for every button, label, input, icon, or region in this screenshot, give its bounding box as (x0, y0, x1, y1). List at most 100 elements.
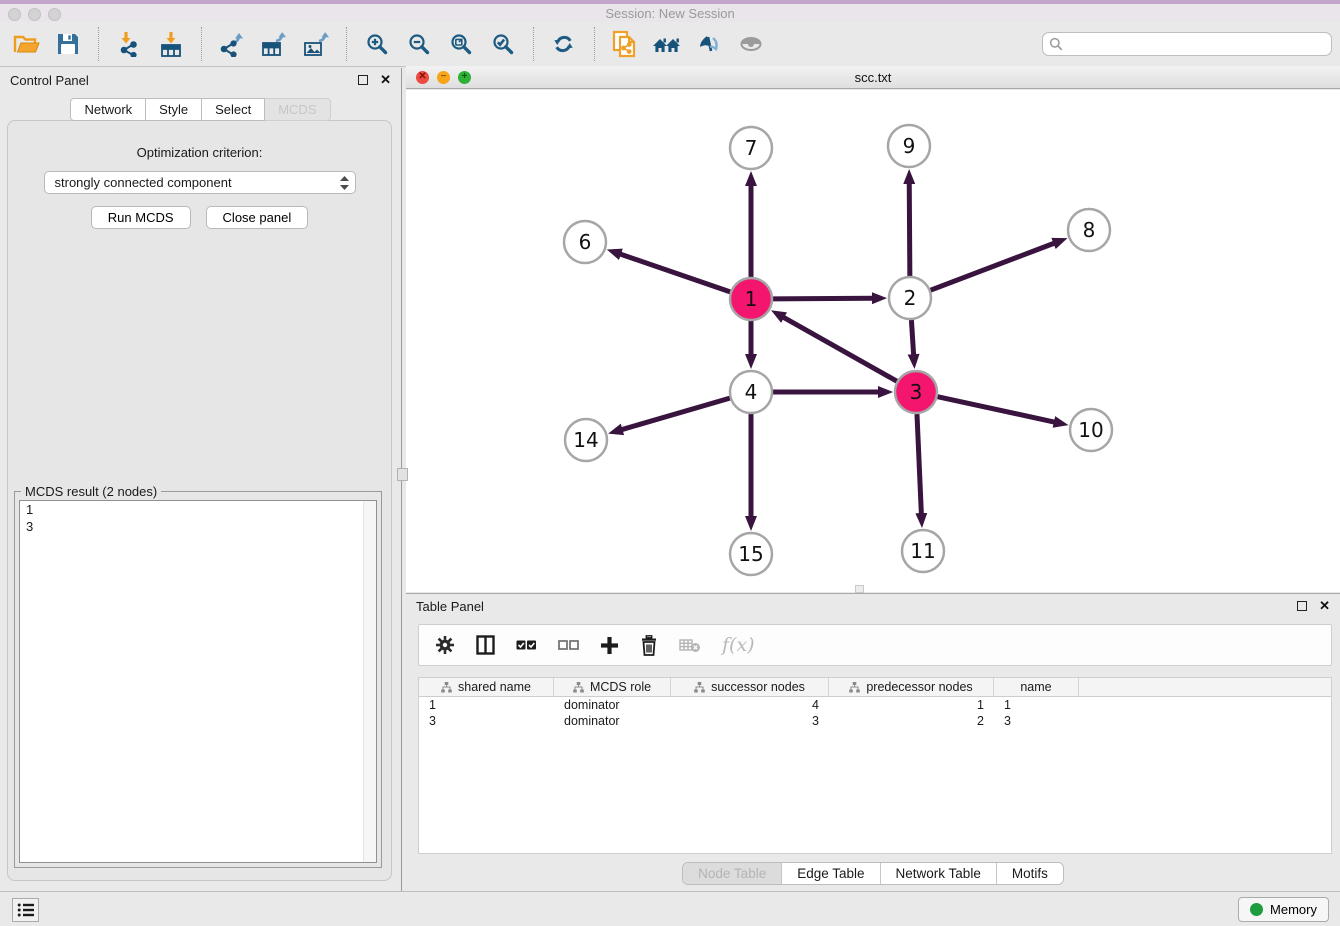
panel-splitter-handle[interactable] (397, 468, 408, 481)
graph-node-7[interactable]: 7 (730, 127, 772, 169)
graph-edge-2-9[interactable] (909, 183, 910, 276)
graph-node-4[interactable]: 4 (730, 371, 772, 413)
graph-node-3[interactable]: 3 (895, 371, 937, 413)
home-button[interactable] (649, 26, 685, 62)
zoom-fit-button[interactable] (443, 26, 479, 62)
delete-column-button[interactable] (640, 635, 658, 656)
run-mcds-button[interactable]: Run MCDS (91, 206, 191, 229)
preview-eye-button[interactable] (733, 26, 769, 62)
zoom-selected-button[interactable] (485, 26, 521, 62)
optimization-criterion-select[interactable]: strongly connected component (44, 171, 356, 194)
cell-shared-name[interactable]: 3 (419, 713, 554, 729)
graph-node-15[interactable]: 15 (730, 533, 772, 575)
graph-edge-2-8[interactable] (931, 243, 1055, 290)
share-network-document-button[interactable] (607, 26, 643, 62)
toggle-visibility-button[interactable] (691, 26, 727, 62)
select-all-button[interactable] (516, 636, 537, 654)
cell-shared-name[interactable]: 1 (419, 697, 554, 713)
cell-name[interactable]: 1 (994, 697, 1079, 713)
network-minimize-button[interactable]: − (437, 71, 450, 84)
table-settings-button[interactable] (435, 635, 455, 655)
memory-button[interactable]: Memory (1238, 897, 1329, 922)
close-panel-button[interactable]: Close panel (206, 206, 309, 229)
save-session-button[interactable] (50, 26, 86, 62)
trash-icon (640, 635, 658, 656)
import-table-button[interactable] (153, 26, 189, 62)
import-network-button[interactable] (111, 26, 147, 62)
tab-motifs[interactable]: Motifs (996, 863, 1063, 884)
cell-predecessor-nodes[interactable]: 1 (829, 697, 994, 713)
graph-node-14[interactable]: 14 (565, 419, 607, 461)
task-history-button[interactable] (12, 898, 39, 922)
graph-node-6[interactable]: 6 (564, 221, 606, 263)
graph-node-2[interactable]: 2 (889, 277, 931, 319)
tab-style[interactable]: Style (146, 98, 202, 121)
float-table-panel-icon[interactable] (1297, 601, 1307, 611)
graph-edge-1-2[interactable] (773, 298, 873, 299)
graph-node-8[interactable]: 8 (1068, 209, 1110, 251)
window-close-button[interactable] (8, 8, 21, 21)
tab-node-table[interactable]: Node Table (683, 863, 781, 884)
cell-mcds-role[interactable]: dominator (554, 713, 671, 729)
graph-edge-4-14[interactable] (622, 398, 730, 430)
close-panel-icon[interactable]: ✕ (380, 75, 391, 85)
cell-successor-nodes[interactable]: 4 (671, 697, 829, 713)
tree-icon (441, 682, 452, 693)
graph-edge-2-3[interactable] (911, 320, 913, 355)
cell-predecessor-nodes[interactable]: 2 (829, 713, 994, 729)
export-image-button[interactable] (298, 26, 334, 62)
network-maximize-button[interactable]: + (458, 71, 471, 84)
cell-name[interactable]: 3 (994, 713, 1079, 729)
tab-select[interactable]: Select (202, 98, 265, 121)
tab-network-table[interactable]: Network Table (880, 863, 996, 884)
column-header-predecessor-nodes[interactable]: predecessor nodes (829, 678, 994, 696)
canvas-resize-handle[interactable] (855, 585, 864, 593)
table-row[interactable]: 1 dominator 4 1 1 (419, 697, 1331, 713)
unselect-all-button[interactable] (558, 636, 579, 654)
refresh-layout-button[interactable] (546, 26, 582, 62)
function-builder-button[interactable]: f(x) (722, 634, 755, 656)
export-network-button[interactable] (214, 26, 250, 62)
table-row[interactable]: 3 dominator 3 2 3 (419, 713, 1331, 729)
tab-edge-table[interactable]: Edge Table (781, 863, 879, 884)
column-header-name[interactable]: name (994, 678, 1079, 696)
graph-node-9[interactable]: 9 (888, 125, 930, 167)
search-input[interactable] (1067, 37, 1325, 52)
cell-mcds-role[interactable]: dominator (554, 697, 671, 713)
graph-edge-3-11[interactable] (917, 414, 921, 514)
delete-table-button[interactable] (679, 637, 701, 653)
graph-node-label: 14 (573, 428, 598, 452)
zoom-out-button[interactable] (401, 26, 437, 62)
network-canvas[interactable]: 7 9 6 8 1 2 4 3 14 10 15 11 (406, 90, 1340, 592)
delete-table-icon (679, 637, 701, 653)
search-field[interactable] (1042, 32, 1332, 56)
window-minimize-button[interactable] (28, 8, 41, 21)
split-panel-button[interactable] (476, 635, 495, 655)
column-header-successor-nodes[interactable]: successor nodes (671, 678, 829, 696)
open-session-button[interactable] (8, 26, 44, 62)
result-scrollbar[interactable] (363, 501, 376, 862)
graph-edge-3-10[interactable] (937, 397, 1054, 422)
zoom-fit-icon (450, 33, 473, 56)
zoom-in-button[interactable] (359, 26, 395, 62)
export-table-button[interactable] (256, 26, 292, 62)
tab-network[interactable]: Network (70, 98, 146, 121)
column-header-mcds-role[interactable]: MCDS role (554, 678, 671, 696)
cell-successor-nodes[interactable]: 3 (671, 713, 829, 729)
graph-edge-3-1[interactable] (783, 317, 897, 381)
mcds-result-area[interactable]: 1 3 (19, 500, 377, 863)
column-header-shared-name[interactable]: shared name (419, 678, 554, 696)
tab-mcds[interactable]: MCDS (265, 98, 330, 121)
tree-icon (849, 682, 860, 693)
add-column-button[interactable] (600, 636, 619, 655)
window-zoom-button[interactable] (48, 8, 61, 21)
graph-node-11[interactable]: 11 (902, 530, 944, 572)
graph-edge-1-6[interactable] (620, 254, 730, 292)
float-panel-icon[interactable] (358, 75, 368, 85)
graph-node-1[interactable]: 1 (730, 278, 772, 320)
network-close-button[interactable]: ✕ (416, 71, 429, 84)
table-panel: Table Panel ✕ (406, 593, 1340, 891)
unselect-all-icon (558, 636, 579, 654)
graph-node-10[interactable]: 10 (1070, 409, 1112, 451)
close-table-panel-icon[interactable]: ✕ (1319, 601, 1330, 611)
